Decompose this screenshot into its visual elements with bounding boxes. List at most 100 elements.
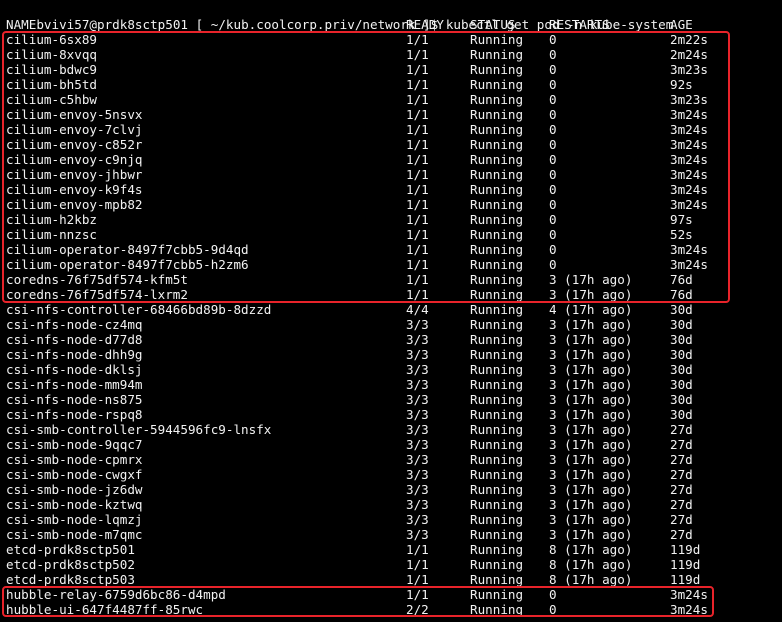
- pod-status: Running: [470, 407, 524, 422]
- pod-age: 27d: [670, 422, 693, 437]
- table-row: cilium-envoy-jhbwr 1/1 Running 0 3m24s: [6, 167, 776, 182]
- pod-status: Running: [470, 527, 524, 542]
- table-row: etcd-prdk8sctp502 1/1 Running 8 (17h ago) 11…: [6, 557, 776, 572]
- pod-ready: 3/3: [406, 497, 429, 512]
- pod-age: 3m24s: [670, 152, 708, 167]
- pod-name: csi-smb-node-m7qmc: [6, 527, 143, 542]
- pod-status: Running: [470, 347, 524, 362]
- pod-name: cilium-operator-8497f7cbb5-9d4qd: [6, 242, 249, 257]
- pod-age: 3m24s: [670, 122, 708, 137]
- pod-name: csi-nfs-node-d77d8: [6, 332, 143, 347]
- pod-name: csi-smb-node-9qqc7: [6, 437, 143, 452]
- pod-name: cilium-operator-8497f7cbb5-h2zm6: [6, 257, 249, 272]
- pod-restarts: 3 (17h ago): [549, 272, 633, 287]
- table-row: csi-nfs-node-d77d8 3/3 Running 3 (17h ago) 3…: [6, 332, 776, 347]
- pod-restarts: 0: [549, 602, 557, 617]
- pod-restarts: 8 (17h ago): [549, 572, 633, 587]
- pod-status: Running: [470, 392, 524, 407]
- pod-ready: 1/1: [406, 92, 429, 107]
- pod-name: cilium-bdwc9: [6, 62, 97, 77]
- table-row: cilium-bdwc9 1/1 Running 0 3m23s: [6, 62, 776, 77]
- pod-restarts: 0: [549, 122, 557, 137]
- pod-restarts: 0: [549, 167, 557, 182]
- pod-status: Running: [470, 437, 524, 452]
- pod-name: etcd-prdk8sctp503: [6, 572, 135, 587]
- pod-age: 92s: [670, 77, 693, 92]
- pod-status: Running: [470, 257, 524, 272]
- pod-status: Running: [470, 542, 524, 557]
- pod-age: 27d: [670, 527, 693, 542]
- pod-restarts: 3 (17h ago): [549, 332, 633, 347]
- pod-ready: 3/3: [406, 317, 429, 332]
- pod-age: 119d: [670, 572, 701, 587]
- pod-age: 119d: [670, 542, 701, 557]
- header-restarts: RESTARTS: [549, 17, 610, 32]
- table-row: csi-nfs-node-dhh9g 3/3 Running 3 (17h ago) 3…: [6, 347, 776, 362]
- pod-name: cilium-envoy-mpb82: [6, 197, 143, 212]
- pod-ready: 3/3: [406, 422, 429, 437]
- pod-status: Running: [470, 92, 524, 107]
- pod-restarts: 3 (17h ago): [549, 512, 633, 527]
- pod-ready: 3/3: [406, 392, 429, 407]
- pod-status: Running: [470, 587, 524, 602]
- pod-ready: 3/3: [406, 512, 429, 527]
- pod-ready: 3/3: [406, 467, 429, 482]
- pod-name: cilium-envoy-jhbwr: [6, 167, 143, 182]
- table-row: csi-nfs-node-cz4mq 3/3 Running 3 (17h ago) 3…: [6, 317, 776, 332]
- table-row: etcd-prdk8sctp501 1/1 Running 8 (17h ago) 11…: [6, 542, 776, 557]
- pod-status: Running: [470, 47, 524, 62]
- table-row: cilium-6sx89 1/1 Running 0 2m22s: [6, 32, 776, 47]
- pod-ready: 3/3: [406, 347, 429, 362]
- pod-ready: 1/1: [406, 542, 429, 557]
- pod-restarts: 3 (17h ago): [549, 347, 633, 362]
- pod-name: csi-smb-node-cpmrx: [6, 452, 143, 467]
- pod-status: Running: [470, 497, 524, 512]
- pod-name: cilium-envoy-c9njq: [6, 152, 143, 167]
- pod-ready: 1/1: [406, 212, 429, 227]
- pod-restarts: 0: [549, 212, 557, 227]
- pod-age: 3m24s: [670, 242, 708, 257]
- pod-ready: 3/3: [406, 527, 429, 542]
- pod-ready: 1/1: [406, 167, 429, 182]
- pod-restarts: 3 (17h ago): [549, 407, 633, 422]
- header-ready: READY: [406, 17, 444, 32]
- table-row: hubble-ui-647f4487ff-85rwc 2/2 Running 0 3m2…: [6, 602, 776, 617]
- header-age: AGE: [670, 17, 693, 32]
- pod-age: 2m24s: [670, 47, 708, 62]
- pod-age: 27d: [670, 482, 693, 497]
- pod-ready: 1/1: [406, 77, 429, 92]
- pod-ready: 1/1: [406, 242, 429, 257]
- pod-restarts: 8 (17h ago): [549, 542, 633, 557]
- pod-age: 27d: [670, 437, 693, 452]
- pod-name: cilium-envoy-c852r: [6, 137, 143, 152]
- pod-age: 27d: [670, 452, 693, 467]
- pod-name: coredns-76f75df574-kfm5t: [6, 272, 188, 287]
- pod-ready: 1/1: [406, 47, 429, 62]
- pod-restarts: 0: [549, 257, 557, 272]
- pod-status: Running: [470, 602, 524, 617]
- table-row: cilium-h2kbz 1/1 Running 0 97s: [6, 212, 776, 227]
- pod-age: 52s: [670, 227, 693, 242]
- pod-status: Running: [470, 212, 524, 227]
- pod-age: 30d: [670, 407, 693, 422]
- pod-name: csi-smb-node-lqmzj: [6, 512, 143, 527]
- pod-age: 3m23s: [670, 62, 708, 77]
- pod-status: Running: [470, 422, 524, 437]
- pod-age: 3m24s: [670, 107, 708, 122]
- pod-ready: 1/1: [406, 107, 429, 122]
- pod-restarts: 0: [549, 587, 557, 602]
- pod-name: csi-nfs-node-ns875: [6, 392, 143, 407]
- pod-status: Running: [470, 227, 524, 242]
- pod-age: 30d: [670, 362, 693, 377]
- table-row: cilium-envoy-c852r 1/1 Running 0 3m24s: [6, 137, 776, 152]
- pod-name: cilium-envoy-7clvj: [6, 122, 143, 137]
- pod-name: cilium-6sx89: [6, 32, 97, 47]
- pod-status: Running: [470, 482, 524, 497]
- terminal-window[interactable]: bvivi57@prdk8sctp501 [ ~/kub.coolcorp.pr…: [0, 0, 782, 622]
- pod-restarts: 0: [549, 242, 557, 257]
- pod-restarts: 3 (17h ago): [549, 527, 633, 542]
- pod-status: Running: [470, 302, 524, 317]
- pod-status: Running: [470, 167, 524, 182]
- table-row: cilium-8xvqq 1/1 Running 0 2m24s: [6, 47, 776, 62]
- pod-ready: 3/3: [406, 332, 429, 347]
